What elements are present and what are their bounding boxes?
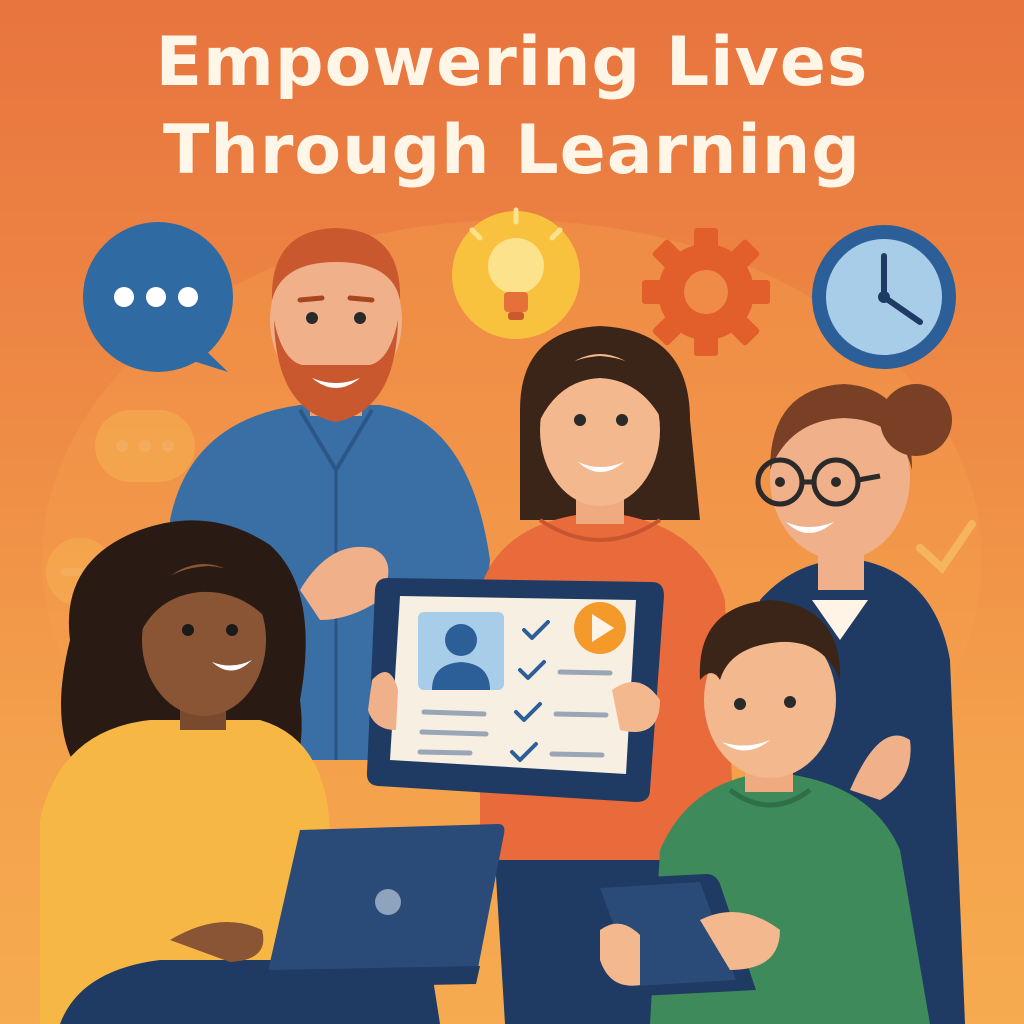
faded-speech-bubble-icon bbox=[95, 410, 195, 482]
headline-line-2: Through Learning bbox=[163, 111, 861, 190]
clock-icon bbox=[812, 225, 956, 369]
speech-bubble-icon bbox=[83, 222, 233, 372]
gear-icon bbox=[642, 228, 770, 356]
play-icon bbox=[574, 602, 626, 654]
lightbulb-icon bbox=[452, 207, 580, 339]
avatar bbox=[418, 612, 504, 690]
poster: Empowering Lives Through Learning bbox=[0, 0, 1024, 1024]
headline-line-1: Empowering Lives bbox=[155, 23, 869, 102]
